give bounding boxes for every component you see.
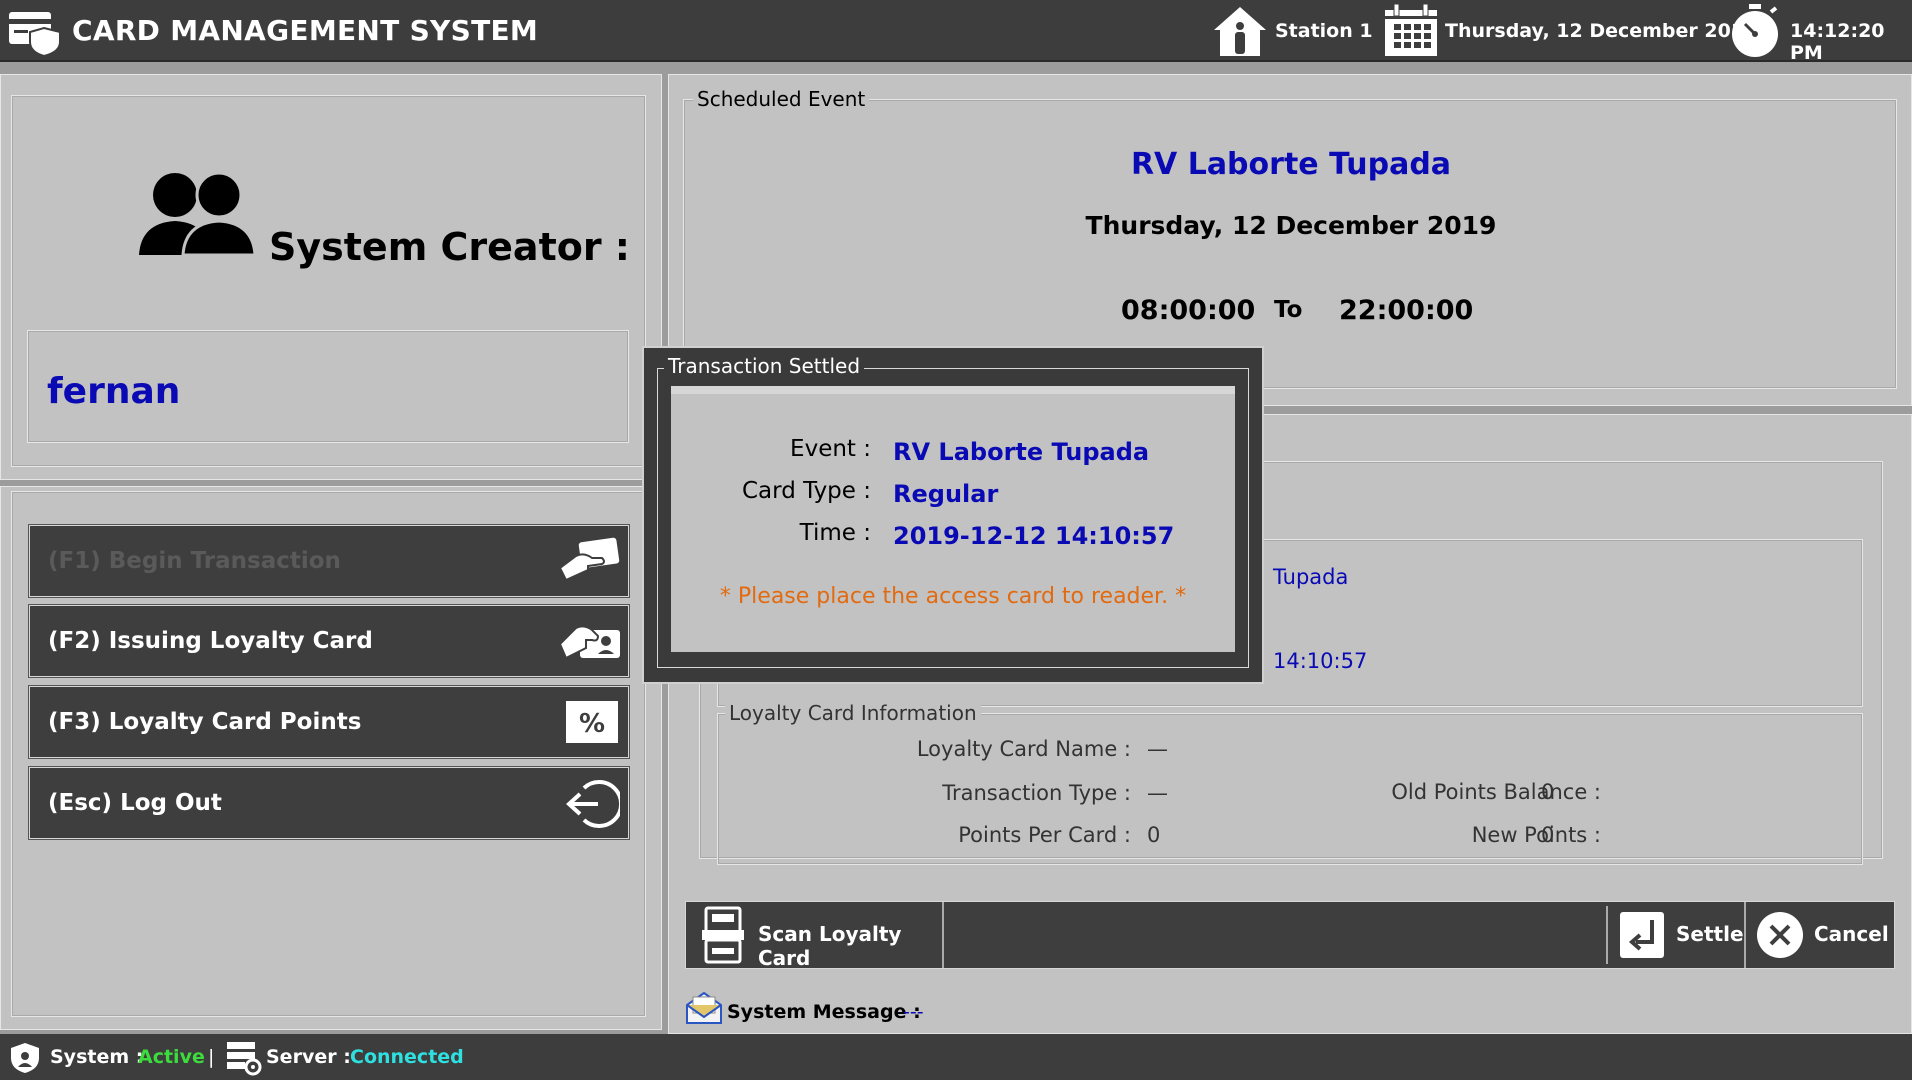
- title-bar: CARD MANAGEMENT SYSTEM Station 1 Thursda…: [0, 0, 1912, 64]
- old-points-balance-label: Old Points Balance :: [1391, 780, 1601, 804]
- old-points-balance-value: 0: [1541, 780, 1555, 804]
- time-value-partial: 14:10:57: [1273, 649, 1368, 673]
- issuing-loyalty-card-button[interactable]: (F2) Issuing Loyalty Card: [28, 604, 630, 678]
- cancel-label: Cancel: [1814, 922, 1889, 946]
- scan-loyalty-card-button[interactable]: Scan Loyalty Card: [686, 902, 944, 970]
- status-bar: System : Active | Server : Connected: [0, 1034, 1912, 1080]
- card-swipe-icon: [558, 534, 622, 588]
- svg-text:%: %: [579, 709, 605, 739]
- loyalty-card-points-label: (F3) Loyalty Card Points: [48, 709, 362, 735]
- event-end-time: 22:00:00: [1339, 295, 1474, 326]
- transaction-type-value: —: [1147, 781, 1168, 805]
- settle-button[interactable]: Settle: [1610, 902, 1746, 968]
- system-message-label: System Message :: [727, 1001, 921, 1023]
- dialog-time-value: 2019-12-12 14:10:57: [893, 522, 1175, 550]
- transaction-type-label: Transaction Type :: [942, 781, 1131, 805]
- app-logo-icon: [8, 10, 62, 56]
- server-status-label: Server :: [266, 1046, 351, 1068]
- toolbar-divider: [1606, 906, 1608, 964]
- new-points-value: 0: [1541, 823, 1555, 847]
- event-start-time: 08:00:00: [1121, 295, 1256, 326]
- system-message-value: ---: [903, 1001, 924, 1023]
- dialog-card-type-label: Card Type :: [741, 478, 871, 504]
- server-icon: [226, 1040, 262, 1076]
- begin-transaction-label: (F1) Begin Transaction: [48, 548, 341, 574]
- loyalty-info-legend: Loyalty Card Information: [725, 701, 981, 725]
- scheduled-event-name: RV Laborte Tupada: [1130, 147, 1452, 182]
- card-issue-icon: [558, 614, 622, 668]
- system-status-value: Active: [138, 1046, 205, 1068]
- station-home-icon: [1210, 4, 1270, 58]
- system-status-label: System :: [50, 1046, 144, 1068]
- scheduled-event-legend: Scheduled Event: [693, 87, 870, 111]
- stopwatch-icon: [1727, 2, 1783, 60]
- new-points-label: New Points :: [1471, 823, 1601, 847]
- cancel-x-icon: [1756, 911, 1804, 959]
- users-icon: [139, 165, 259, 261]
- begin-transaction-button[interactable]: (F1) Begin Transaction: [28, 524, 630, 598]
- current-time: 14:12:20 PM: [1790, 20, 1885, 64]
- logout-icon: [564, 778, 620, 830]
- app-title: CARD MANAGEMENT SYSTEM: [72, 14, 539, 47]
- card-reader-icon: [700, 906, 746, 964]
- event-time-separator: To: [1274, 297, 1303, 323]
- log-out-label: (Esc) Log Out: [48, 790, 222, 816]
- loyalty-card-name-label: Loyalty Card Name :: [916, 737, 1131, 761]
- points-per-card-label: Points Per Card :: [958, 823, 1131, 847]
- dialog-event-label: Event :: [790, 436, 871, 462]
- loyalty-card-name-value: —: [1147, 737, 1168, 761]
- shield-icon: [10, 1042, 40, 1074]
- points-per-card-value: 0: [1147, 823, 1161, 847]
- creator-name: fernan: [47, 371, 181, 412]
- scan-loyalty-card-label: Scan Loyalty Card: [758, 922, 902, 970]
- dialog-content: Event : RV Laborte Tupada Card Type : Re…: [671, 386, 1235, 652]
- envelope-icon: [685, 991, 723, 1025]
- event-value-partial: Tupada: [1273, 565, 1349, 589]
- settle-label: Settle: [1676, 922, 1744, 946]
- issuing-loyalty-card-label: (F2) Issuing Loyalty Card: [48, 628, 373, 654]
- menu-panel: (F1) Begin Transaction (F2) Issuing Loya…: [0, 486, 662, 1030]
- dialog-legend: Transaction Settled: [664, 354, 865, 378]
- percent-icon: %: [566, 701, 618, 743]
- scheduled-event-date: Thursday, 12 December 2019: [1085, 211, 1497, 240]
- calendar-icon: [1382, 2, 1440, 60]
- server-status-value: Connected: [350, 1046, 464, 1068]
- log-out-button[interactable]: (Esc) Log Out: [28, 766, 630, 840]
- transaction-settled-dialog: Transaction Settled Event : RV Laborte T…: [642, 346, 1264, 684]
- dialog-notice: * Please place the access card to reader…: [719, 584, 1187, 609]
- station-name: Station 1: [1275, 20, 1373, 42]
- enter-icon: [1620, 912, 1664, 958]
- cancel-button[interactable]: Cancel: [1748, 902, 1894, 968]
- dialog-event-value: RV Laborte Tupada: [893, 438, 1150, 466]
- dialog-time-label: Time :: [799, 520, 871, 546]
- creator-panel: System Creator : fernan: [0, 74, 662, 480]
- system-creator-label: System Creator :: [269, 225, 630, 269]
- action-toolbar: Scan Loyalty Card Settle Cancel: [685, 901, 1895, 970]
- current-date: Thursday, 12 December 2019: [1445, 20, 1758, 42]
- loyalty-card-points-button[interactable]: (F3) Loyalty Card Points %: [28, 685, 630, 759]
- footer-separator: |: [208, 1046, 215, 1068]
- dialog-card-type-value: Regular: [893, 480, 999, 508]
